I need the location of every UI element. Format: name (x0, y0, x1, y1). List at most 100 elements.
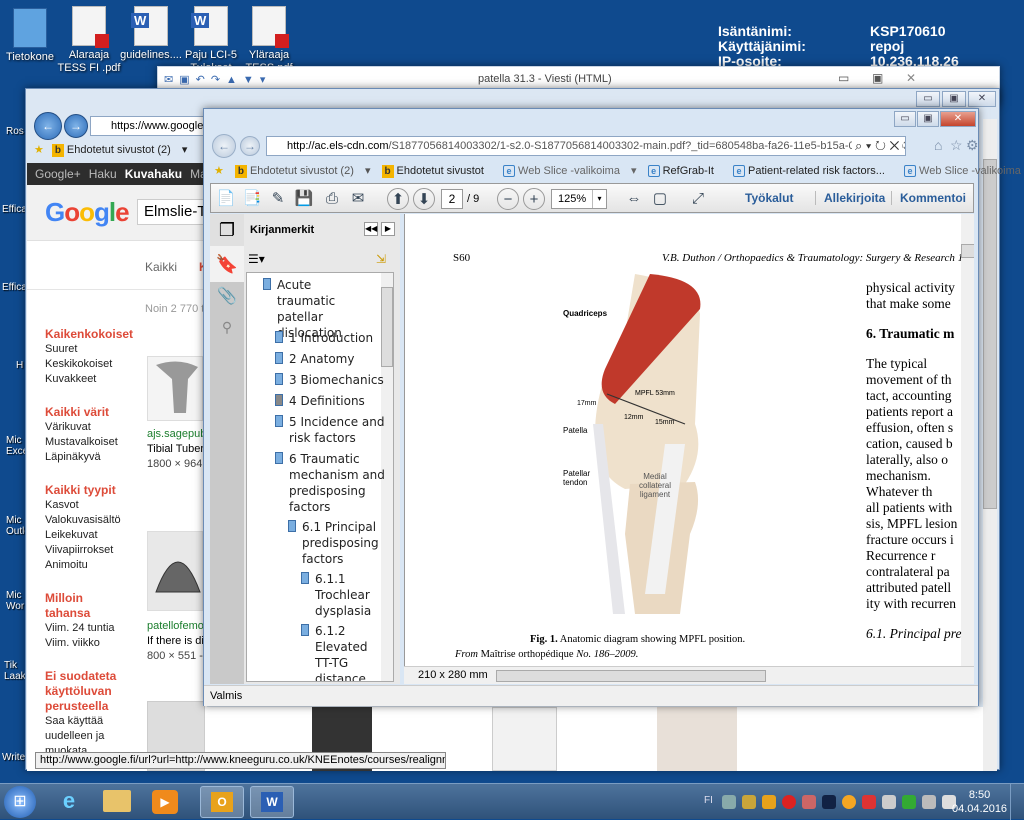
pdf-browser-window[interactable]: ▭ ▣ ✕ ← → http://ac.els-cdn.com/S1877056… (203, 108, 1021, 706)
bookmark-item[interactable]: 1 Introduction (275, 330, 385, 346)
collapse-panel-button[interactable]: ◀◀ (364, 222, 378, 236)
page-number-input[interactable]: 2 (441, 189, 463, 209)
outlook-tray-icon[interactable] (762, 794, 776, 809)
zoom-select[interactable]: 125% ▾ (551, 189, 607, 209)
fit-page-icon[interactable]: ▢ (649, 188, 671, 210)
result-site[interactable]: ajs.sagepub (147, 427, 203, 442)
page-thumbnails-icon[interactable]: ❐ (210, 214, 244, 246)
show-desktop-button[interactable] (1010, 784, 1024, 820)
back-button[interactable]: ← (212, 134, 236, 158)
favorite-link[interactable]: b Ehdotetut sivustot (381, 165, 492, 178)
create-pdf-icon[interactable]: 📄 (215, 188, 237, 210)
filter-option[interactable]: Kasvot (45, 498, 131, 513)
edit-icon[interactable]: ✎ (267, 188, 289, 210)
taskbar-explorer-icon[interactable] (103, 790, 131, 812)
filter-option[interactable]: Kuvakkeet (45, 372, 131, 387)
nav-kuvahaku[interactable]: Kuvahaku (125, 167, 182, 181)
filter-option[interactable]: Viim. 24 tuntia (45, 621, 131, 636)
bookmarks-icon[interactable]: 🔖 (210, 246, 244, 282)
google-logo[interactable]: Google (45, 197, 130, 228)
desktop-icon[interactable]: Effica (2, 204, 27, 215)
favorites-star-icon[interactable]: ★ (34, 144, 44, 156)
sign-button[interactable]: Allekirjoita (815, 191, 885, 205)
result-thumbnail[interactable] (147, 531, 203, 611)
result-thumbnail[interactable] (147, 356, 203, 421)
desktop-icon-pdf[interactable]: Yläraaja TESS.pdf (234, 6, 304, 75)
keyboard-icon[interactable] (722, 794, 736, 809)
gear-icon[interactable]: ⚙ (966, 137, 979, 154)
forward-button[interactable]: → (240, 136, 260, 156)
print-icon[interactable]: ⎙ (321, 188, 343, 210)
bookmark-item[interactable]: 5 Incidence and risk factors (275, 414, 385, 446)
display-icon[interactable] (902, 794, 916, 809)
monitor-icon[interactable] (822, 794, 836, 809)
result-thumbnail[interactable] (492, 707, 557, 771)
tools-button[interactable]: Työkalut (745, 191, 793, 205)
clock[interactable]: 8:50 04.04.2016 (952, 788, 1007, 816)
speaker-muted-icon[interactable] (802, 794, 816, 809)
nav-google-plus[interactable]: Google+ (35, 167, 81, 181)
filter-heading[interactable]: Ei suodateta käyttöluvan perusteella (45, 669, 131, 714)
bookmark-item[interactable]: 6 Traumatic mechanism and predisposing f… (275, 451, 385, 515)
bookmark-options-button[interactable]: ☰▾ (248, 252, 265, 266)
language-indicator[interactable]: FI (704, 795, 713, 806)
home-icon[interactable]: ⌂ (934, 137, 942, 153)
favorite-link[interactable]: b Ehdotetut sivustot (2) ▾ (51, 144, 187, 157)
desktop-icon[interactable]: Mic Wor (6, 590, 26, 612)
address-bar[interactable]: https://www.google.fi (90, 116, 210, 136)
comment-button[interactable]: Kommentoi (891, 191, 966, 205)
result-title[interactable]: If there is dis (147, 634, 203, 649)
page-scrollbar[interactable] (983, 119, 997, 771)
favorite-link[interactable]: e RefGrab-It (647, 165, 722, 177)
filter-heading[interactable]: Kaikki värit (45, 405, 131, 420)
maximize-button[interactable]: ▣ (942, 91, 966, 107)
error-icon[interactable] (782, 794, 796, 809)
close-button[interactable]: ✕ (906, 71, 916, 85)
tab-kaikki[interactable]: Kaikki (145, 260, 177, 274)
result-site[interactable]: patellofemor (147, 619, 203, 634)
minimize-button[interactable]: ▭ (916, 91, 940, 107)
favorite-link[interactable]: eWeb Slice -valikoima ▾ (503, 165, 637, 177)
minimize-button[interactable]: ▭ (838, 71, 849, 85)
back-button[interactable]: ← (34, 112, 62, 140)
nav-haku[interactable]: Haku (89, 167, 117, 181)
bookmark-item[interactable]: 2 Anatomy (275, 351, 385, 367)
favorites-star-icon[interactable]: ★ (214, 165, 224, 177)
desktop-icon-pdf[interactable]: Alaraaja TESS FI .pdf (54, 6, 124, 75)
desktop-icon[interactable]: Mic Exce (6, 435, 28, 457)
favorite-link[interactable]: b Ehdotetut sivustot (2) ▾ (234, 165, 370, 178)
favorites-star-icon[interactable]: ☆ (950, 137, 963, 154)
search-input[interactable]: Elmslie-Tr (137, 199, 207, 225)
filter-option[interactable]: Viivapiirrokset (45, 543, 131, 558)
network-icon[interactable] (922, 794, 936, 809)
taskbar-ie-icon[interactable]: e (50, 788, 88, 816)
filter-heading[interactable]: Kaikenkokoiset (45, 327, 133, 342)
bookmark-item[interactable]: 4 Definitions (275, 393, 385, 409)
update-icon[interactable] (842, 794, 856, 809)
taskbar-outlook-icon[interactable]: O (200, 786, 244, 818)
desktop-icon[interactable]: Mic Outlo (6, 515, 30, 537)
bookmark-item[interactable]: 6.1.1 Trochlear dysplasia (301, 571, 385, 619)
desktop-icon[interactable]: Ros (6, 126, 24, 137)
full-screen-icon[interactable]: ⤢ (687, 188, 709, 210)
taskbar-word-icon[interactable]: W (250, 786, 294, 818)
next-page-button[interactable]: ⬇ (413, 188, 435, 210)
previous-page-button[interactable]: ⬆ (387, 188, 409, 210)
filter-heading[interactable]: Kaikki tyypit (45, 483, 131, 498)
expand-panel-button[interactable]: ▶ (381, 222, 395, 236)
filter-option[interactable]: Viim. viikko (45, 636, 131, 651)
filter-option[interactable]: Värikuvat (45, 420, 131, 435)
desktop-icon[interactable]: H (16, 360, 23, 371)
convert-icon[interactable]: 📑 (241, 188, 263, 210)
filter-option[interactable]: Suuret (45, 342, 131, 357)
search-binoculars-icon[interactable]: ⚲ (210, 312, 244, 342)
filter-option[interactable]: Läpinäkyvä (45, 450, 131, 465)
calendar-icon[interactable] (882, 794, 896, 809)
filter-option[interactable]: Leikekuvat (45, 528, 131, 543)
result-title[interactable]: Tibial Tuberc (147, 442, 203, 457)
desktop-icon[interactable]: Write (2, 752, 25, 763)
doc-scrollbar[interactable] (961, 214, 974, 666)
bookmark-item[interactable]: 3 Biomechanics (275, 372, 385, 388)
favorite-link[interactable]: e Patient-related risk factors... (733, 165, 893, 177)
search-refresh-stop[interactable]: ⌕ ▾ ↻ ✕ (852, 138, 903, 154)
